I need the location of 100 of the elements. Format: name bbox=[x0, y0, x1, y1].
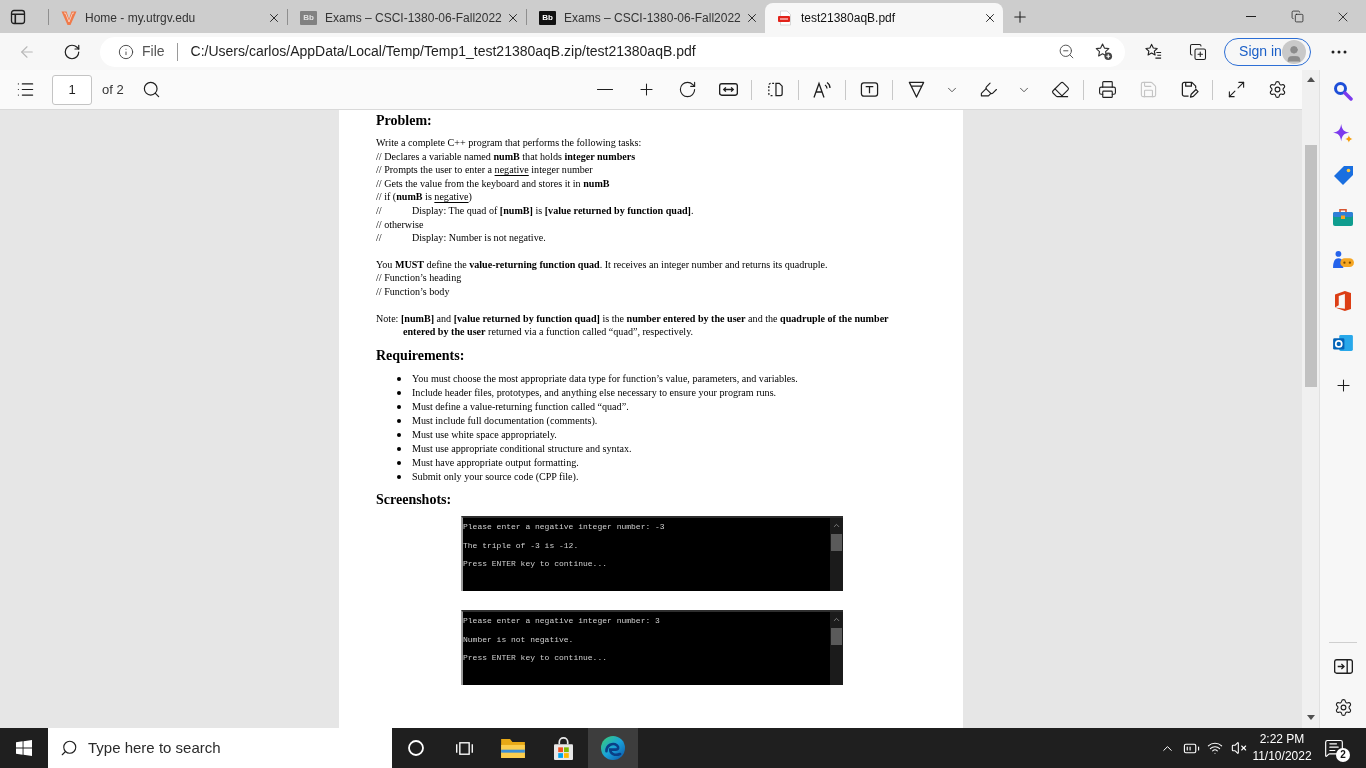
console-line: The triple of -3 is -12. bbox=[463, 539, 579, 552]
highlighter-icon bbox=[978, 80, 998, 99]
search-icon bbox=[1333, 81, 1353, 101]
read-aloud-icon bbox=[812, 79, 832, 100]
date-text: 11/10/2022 bbox=[1252, 748, 1312, 765]
pen-nib-icon bbox=[906, 80, 926, 99]
address-bar[interactable]: File C:/Users/carlos/AppData/Local/Temp/Temp1_test21380aqB.zip/test21380aqB.pdf bbox=[100, 36, 1125, 67]
fit-width-icon bbox=[718, 83, 738, 96]
text-line: // Declares a variable named numB that holds integer numbers bbox=[376, 149, 636, 164]
clock-button[interactable]: 2:22 PM 11/10/2022 bbox=[1251, 728, 1313, 768]
game-controller-icon bbox=[1332, 250, 1354, 268]
browser-tab[interactable]: Bb Exams – CSCI-1380-06-Fall2022 bbox=[288, 3, 526, 33]
text-line: // Function’s heading bbox=[376, 271, 462, 285]
close-icon bbox=[267, 11, 281, 25]
browser-tab[interactable]: test21380aqB.pdf bbox=[765, 3, 1003, 33]
scrollbar-thumb[interactable] bbox=[1304, 145, 1317, 387]
save-pencil-icon bbox=[1179, 80, 1199, 99]
text-line: Display: Number is not negative. bbox=[412, 231, 546, 245]
section-heading: Problem: bbox=[376, 112, 432, 130]
notifications-button[interactable]: 2 bbox=[1313, 728, 1355, 768]
bullet-icon bbox=[397, 390, 401, 395]
browser-tab[interactable]: Home - my.utrgv.edu bbox=[49, 3, 287, 33]
text-line: Display: The quad of [numB] is [value returned by function quad]. bbox=[412, 203, 694, 218]
wifi-icon bbox=[1207, 740, 1223, 756]
tab-actions-icon bbox=[10, 8, 26, 25]
minimize-icon bbox=[1246, 16, 1256, 17]
minus-icon bbox=[597, 88, 613, 91]
text-line: You MUST define the value-returning function quad. It receives an integer number and returns its quadruple. bbox=[376, 257, 828, 272]
scrollbar-thumb bbox=[831, 534, 842, 552]
expand-arrows-icon bbox=[1226, 80, 1246, 99]
collections-icon bbox=[1189, 42, 1207, 61]
search-icon bbox=[60, 739, 78, 757]
bullet-icon bbox=[397, 475, 401, 480]
bullet-icon bbox=[397, 433, 401, 438]
panel-arrow-icon bbox=[1333, 659, 1353, 674]
taskbar-search-field[interactable]: Type here to search bbox=[48, 728, 392, 768]
close-icon bbox=[745, 11, 759, 25]
text-line: Write a complete C++ program that performs the following tasks: bbox=[376, 136, 642, 150]
requirement-text: Submit only your source code (CPP file). bbox=[412, 470, 579, 485]
console-line: Press ENTER key to continue... bbox=[463, 558, 608, 571]
star-plus-icon bbox=[1093, 42, 1113, 61]
shopping-bag-icon bbox=[553, 736, 573, 760]
settings-icon bbox=[1267, 80, 1287, 99]
requirement-text: Must use white space appropriately. bbox=[412, 428, 557, 443]
page-view-icon bbox=[765, 80, 785, 99]
eraser-icon bbox=[1050, 80, 1070, 99]
bullet-icon bbox=[397, 376, 401, 381]
settings-icon bbox=[1333, 698, 1353, 717]
restore-icon bbox=[1290, 10, 1304, 23]
printer-icon bbox=[1097, 80, 1117, 99]
sparkle-icon bbox=[1333, 123, 1353, 143]
bullet-icon bbox=[397, 461, 401, 466]
search-icon bbox=[142, 80, 162, 99]
text-line: // otherwise bbox=[376, 217, 424, 232]
bullet-icon bbox=[397, 404, 401, 409]
bb-logo: Bb bbox=[300, 11, 317, 25]
more-icon bbox=[1331, 49, 1347, 54]
text-line: // Gets the value from the keyboard and stores it in numB bbox=[376, 176, 610, 191]
close-icon bbox=[506, 11, 520, 25]
rotate-icon bbox=[677, 80, 697, 99]
browser-tab[interactable]: Bb Exams – CSCI-1380-06-Fall2022 bbox=[527, 3, 765, 33]
save-icon bbox=[1138, 80, 1158, 99]
zoom-out-icon bbox=[1057, 43, 1075, 60]
windows-logo-icon bbox=[16, 740, 32, 756]
office-logo-icon bbox=[1335, 291, 1351, 311]
console-line: Press ENTER key to continue... bbox=[463, 652, 608, 665]
page-count-label: of 2 bbox=[102, 80, 124, 99]
info-icon bbox=[118, 43, 134, 60]
search-input[interactable]: Type here to search bbox=[88, 736, 392, 760]
time-text: 2:22 PM bbox=[1259, 731, 1305, 748]
requirement-text: You must choose the most appropriate data type for function’s value, parameters, and variables. bbox=[412, 371, 798, 386]
muted-speaker-icon bbox=[1231, 740, 1247, 756]
bullet-icon bbox=[397, 419, 401, 424]
close-icon bbox=[983, 11, 997, 25]
requirement-text: Must have appropriate output formatting. bbox=[412, 456, 579, 471]
text-box-icon bbox=[859, 80, 879, 99]
section-heading: Requirements: bbox=[376, 346, 465, 365]
bullet-icon bbox=[397, 447, 401, 452]
notification-count: 2 bbox=[1336, 748, 1350, 762]
star-list-icon bbox=[1143, 42, 1163, 61]
comment-marker: // bbox=[376, 231, 382, 245]
comment-marker: // bbox=[376, 203, 382, 218]
requirement-text: Must define a value-returning function called “quad”. bbox=[412, 399, 629, 414]
toolbox-icon bbox=[1333, 208, 1353, 226]
bb-logo: Bb bbox=[539, 11, 556, 25]
section-heading: Screenshots: bbox=[376, 491, 452, 510]
text-line: // Function’s body bbox=[376, 284, 450, 299]
mail-logo-icon bbox=[1333, 335, 1353, 351]
url-field[interactable]: C:/Users/carlos/AppData/Local/Temp/Temp1_test21380aqB.zip/test21380aqB.pdf bbox=[190, 41, 1050, 62]
text-line: // if (numB is negative) bbox=[376, 190, 472, 204]
requirement-text: Must use appropriate conditional structure and syntax. bbox=[412, 442, 632, 457]
file-label: File bbox=[142, 42, 165, 61]
requirement-text: Must include full documentation (comments). bbox=[412, 414, 598, 428]
note-paragraph: Note: [numB] and [value returned by function quad] is the number entered by the user and the quadruple of the number entered by the user returned via a function called “quad”, respectively. bbox=[376, 311, 890, 339]
ring-icon bbox=[408, 740, 424, 756]
task-view-icon bbox=[455, 741, 473, 755]
page-number-field[interactable]: 1 bbox=[52, 74, 92, 105]
scroll-down-icon bbox=[1306, 715, 1315, 720]
console-line: Number is not negative. bbox=[463, 633, 574, 646]
swirl-logo-icon bbox=[601, 736, 625, 760]
